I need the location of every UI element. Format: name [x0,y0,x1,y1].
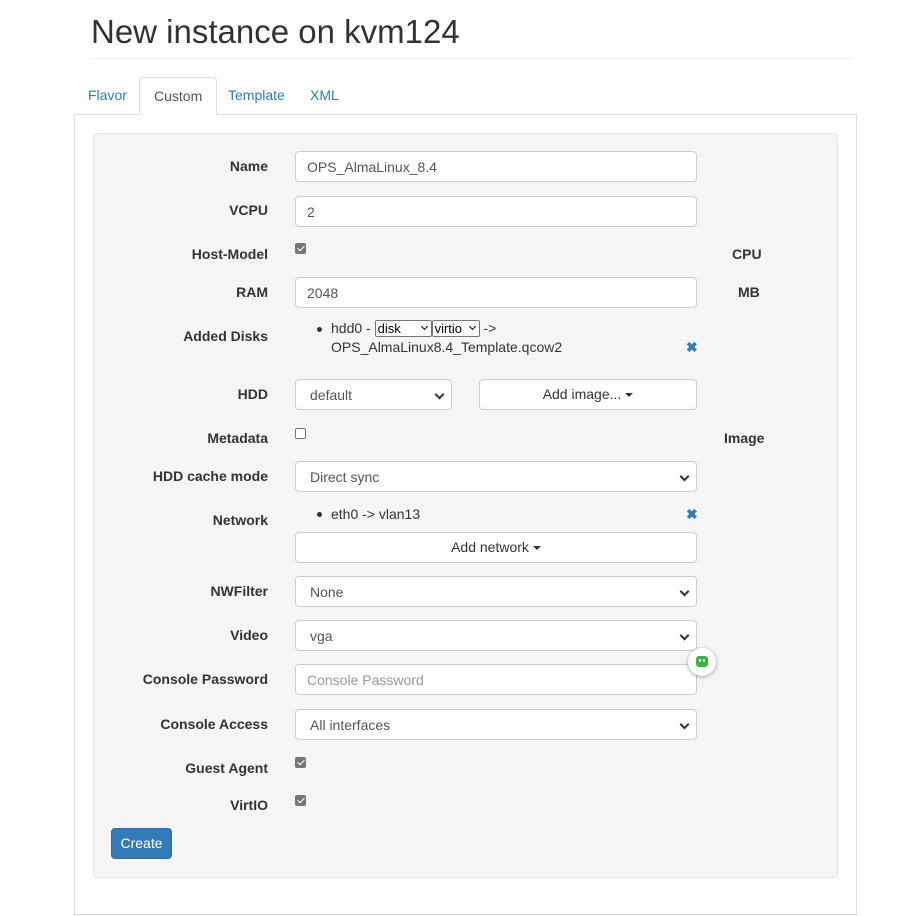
vcpu-label: VCPU [229,202,268,218]
chevron-down-icon [679,586,690,597]
nwfilter-label: NWFilter [210,583,268,599]
tab-template[interactable]: Template [214,77,299,115]
disk-bus-value: virtio [434,321,463,336]
chevron-down-icon [679,719,690,730]
console-password-label: Console Password [142,671,268,687]
remove-network-close-icon[interactable]: ✖ [686,507,698,521]
robot-face-icon [696,656,708,667]
chevron-down-icon [679,471,690,482]
chevron-down-icon [679,630,690,641]
disk-bullet [317,327,322,332]
console-access-value: All interfaces [310,717,391,733]
network-label: Network [212,512,268,528]
remove-disk-close-icon[interactable]: ✖ [686,340,698,354]
chevron-down-icon [468,322,476,331]
virtio-checkbox[interactable] [295,795,306,806]
ram-unit-label: MB [738,284,760,300]
hdd-select[interactable]: default [295,379,452,410]
chevron-down-icon [434,389,445,400]
console-access-label: Console Access [160,716,268,732]
disk-type-select[interactable]: disk [374,320,432,337]
chevron-down-icon [420,322,428,331]
ram-label: RAM [236,284,268,300]
caret-down-icon [625,393,634,398]
add-image-button[interactable]: Add image... [479,379,697,410]
hdd-label: HDD [237,386,268,402]
hdd-cache-mode-select[interactable]: Direct sync [295,461,697,492]
guest-agent-label: Guest Agent [185,760,268,776]
extension-robot-icon[interactable] [688,648,716,676]
title-divider [91,58,852,59]
hdd-cache-mode-value: Direct sync [310,469,380,485]
ram-input[interactable]: 2048 [295,277,697,308]
video-value: vga [310,628,333,644]
name-label: Name [229,158,268,174]
disk-bus-select[interactable]: virtio [431,320,480,337]
add-network-label: Add network [451,539,529,555]
video-label: Video [230,627,268,643]
disk-file: OPS_AlmaLinux8.4_Template.qcow2 [331,339,563,355]
host-model-checkbox[interactable] [295,243,306,254]
add-network-button[interactable]: Add network [295,532,697,563]
guest-agent-checkbox[interactable] [295,757,306,768]
disk-arrow: -> [483,320,497,336]
tab-custom[interactable]: Custom [139,77,218,115]
console-access-select[interactable]: All interfaces [295,709,697,740]
network-item: eth0 -> vlan13 [331,506,421,522]
create-button[interactable]: Create [111,828,172,859]
tab-flavor[interactable]: Flavor [74,77,141,115]
disk-type-value: disk [377,321,401,336]
hdd-cache-mode-label: HDD cache mode [152,468,268,484]
host-model-label: Host-Model [191,246,268,262]
hdd-select-value: default [310,387,353,403]
cpu-unit-label: CPU [732,246,762,262]
console-password-input[interactable]: Console Password [295,664,697,695]
vcpu-input[interactable]: 2 [295,196,697,227]
tab-xml[interactable]: XML [296,77,353,115]
network-bullet [317,512,322,517]
metadata-checkbox[interactable] [295,428,306,439]
nwfilter-value: None [310,584,344,600]
metadata-label: Metadata [207,430,268,446]
video-select[interactable]: vga [295,620,697,651]
instance-tabs: Flavor Custom Template XML [74,77,857,115]
virtio-label: VirtIO [230,797,268,813]
page-title: New instance on kvm124 [91,13,460,50]
add-image-label: Add image... [542,386,622,402]
caret-down-icon [532,546,541,551]
added-disks-label: Added Disks [183,328,268,344]
name-input[interactable]: OPS_AlmaLinux_8.4 [295,151,697,182]
image-side-label: Image [724,430,765,446]
disk-name: hdd0 - [331,320,371,336]
nwfilter-select[interactable]: None [295,576,697,607]
disk-item: hdd0 - disk virtio -> [331,320,561,337]
